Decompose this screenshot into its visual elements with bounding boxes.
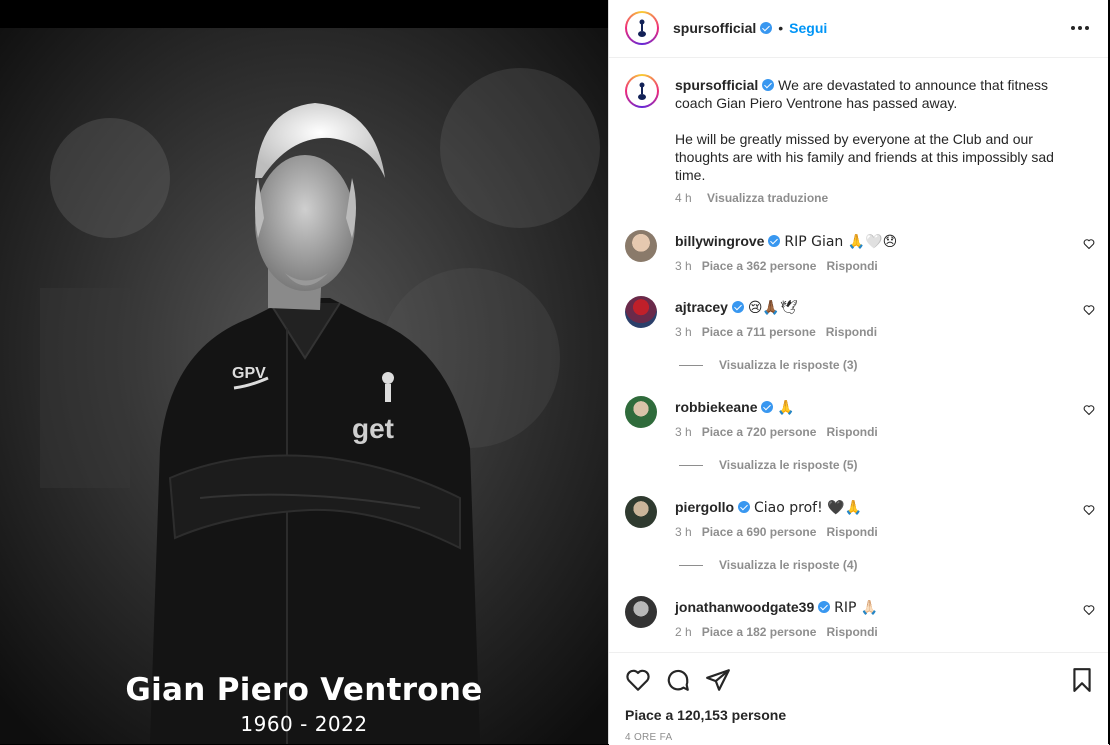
comment-text: 😢🙏🏾🕊 [747, 300, 798, 316]
comment-body: ajtracey 😢🙏🏾🕊 [675, 298, 1065, 317]
comment-likes[interactable]: Piace a 711 persone [702, 325, 816, 339]
heart-icon[interactable] [625, 667, 651, 693]
comment-username[interactable]: piergollo [675, 499, 734, 515]
reply-button[interactable]: Rispondi [826, 425, 877, 439]
comment-likes[interactable]: Piace a 690 persone [702, 525, 817, 539]
comment-meta: 3 h Piace a 362 persone Rispondi [675, 259, 888, 273]
caption-time: 4 h [675, 191, 692, 205]
memorial-photo-image: GPV get [0, 28, 608, 744]
comment-text: 🙏 [777, 400, 795, 416]
reply-button[interactable]: Rispondi [826, 259, 877, 273]
reply-button[interactable]: Rispondi [826, 325, 877, 339]
comment-body: robbiekeane 🙏 [675, 398, 1065, 417]
translate-link[interactable]: Visualizza traduzione [707, 191, 828, 205]
caption-meta: 4 h Visualizza traduzione [675, 191, 828, 205]
comment-text: RIP Gian 🙏🤍😞 [784, 234, 898, 250]
caption-line-3: He will be greatly missed by everyone at… [675, 131, 1033, 147]
post-actions-bar: Piace a 120,153 persone 4 ORE FA [609, 652, 1109, 745]
caption-line-4: thoughts are with his family and friends… [675, 149, 1054, 165]
commenter-avatar[interactable] [625, 496, 657, 528]
paper-plane-icon[interactable] [705, 667, 731, 693]
comment-username[interactable]: jonathanwoodgate39 [675, 599, 814, 615]
comment-text: Ciao prof! 🖤🙏 [754, 500, 863, 516]
comment-time: 2 h [675, 625, 692, 639]
comment-heart-icon[interactable] [1083, 604, 1095, 616]
commenter-avatar[interactable] [625, 230, 657, 262]
verified-badge-icon [731, 301, 744, 313]
post-photo: GPV get Gian Piero Ventrone 1960 - 2022 [0, 28, 608, 744]
comment-username[interactable]: billywingrove [675, 233, 764, 249]
post-likes-count[interactable]: Piace a 120,153 persone [625, 707, 786, 723]
verified-badge-icon [762, 79, 775, 91]
reply-button[interactable]: Rispondi [826, 625, 877, 639]
comment-likes[interactable]: Piace a 182 persone [702, 625, 817, 639]
commenter-avatar[interactable] [625, 396, 657, 428]
comment-body: piergollo Ciao prof! 🖤🙏 [675, 498, 1065, 517]
verified-badge-icon [768, 235, 781, 247]
commenter-avatar[interactable] [625, 596, 657, 628]
reply-button[interactable]: Rispondi [826, 525, 877, 539]
spurs-logo-icon [638, 82, 646, 100]
comment-text: RIP 🙏🏻 [834, 600, 879, 616]
memorial-years-caption: 1960 - 2022 [240, 712, 368, 736]
view-replies-link[interactable]: Visualizza le risposte (4) [679, 558, 858, 572]
comment-heart-icon[interactable] [1083, 238, 1095, 250]
jacket-sponsor: get [352, 413, 394, 444]
commenter-avatar[interactable] [625, 296, 657, 328]
comment-username[interactable]: ajtracey [675, 299, 728, 315]
caption-author-avatar[interactable] [625, 74, 659, 108]
comment-meta: 3 h Piace a 711 persone Rispondi [675, 325, 887, 339]
post-header: spursofficial • Segui [609, 0, 1109, 58]
comment-username[interactable]: robbiekeane [675, 399, 757, 415]
comment-likes[interactable]: Piace a 362 persone [702, 259, 817, 273]
verified-badge-icon [761, 401, 774, 413]
view-replies-link[interactable]: Visualizza le risposte (5) [679, 458, 858, 472]
more-options-icon[interactable] [1071, 26, 1089, 30]
header-user-row: spursofficial • Segui [673, 20, 827, 38]
comment-icon[interactable] [665, 667, 691, 693]
comment-time: 3 h [675, 259, 692, 273]
follow-button[interactable]: Segui [789, 20, 827, 36]
caption-username[interactable]: spursofficial [675, 77, 758, 93]
spurs-logo-icon [638, 19, 646, 37]
post-side-panel: spursofficial • Segui spursofficial We are… [608, 0, 1109, 745]
comment-heart-icon[interactable] [1083, 304, 1095, 316]
comment-time: 3 h [675, 325, 692, 339]
view-replies-link[interactable]: Visualizza le risposte (3) [679, 358, 858, 372]
comment-body: billywingrove RIP Gian 🙏🤍😞 [675, 232, 1065, 251]
caption-line-5: time. [675, 167, 706, 183]
comment-heart-icon[interactable] [1083, 504, 1095, 516]
author-avatar[interactable] [625, 11, 659, 45]
comment-meta: 3 h Piace a 690 persone Rispondi [675, 525, 888, 539]
verified-badge-icon [760, 22, 773, 34]
comment-time: 3 h [675, 425, 692, 439]
caption-text: spursofficial We are devastated to annou… [675, 76, 1085, 184]
instagram-post-view: GPV get Gian Piero Ventrone 1960 - 2022 [0, 0, 1110, 745]
separator-dot: • [778, 20, 784, 36]
comment-heart-icon[interactable] [1083, 404, 1095, 416]
comment-time: 3 h [675, 525, 692, 539]
caption-line-2: coach Gian Piero Ventrone has passed awa… [675, 95, 958, 111]
comment-meta: 2 h Piace a 182 persone Rispondi [675, 625, 888, 639]
comment-meta: 3 h Piace a 720 persone Rispondi [675, 425, 888, 439]
memorial-name-caption: Gian Piero Ventrone [125, 672, 483, 708]
caption-line-1: We are devastated to announce that fitne… [778, 77, 1048, 93]
post-timestamp: 4 ORE FA [625, 732, 673, 743]
verified-badge-icon [818, 601, 831, 613]
comment-body: jonathanwoodgate39 RIP 🙏🏻 [675, 598, 1065, 617]
bookmark-icon[interactable] [1069, 667, 1095, 693]
verified-badge-icon [738, 501, 751, 513]
comment-likes[interactable]: Piace a 720 persone [702, 425, 817, 439]
header-username[interactable]: spursofficial [673, 20, 756, 36]
